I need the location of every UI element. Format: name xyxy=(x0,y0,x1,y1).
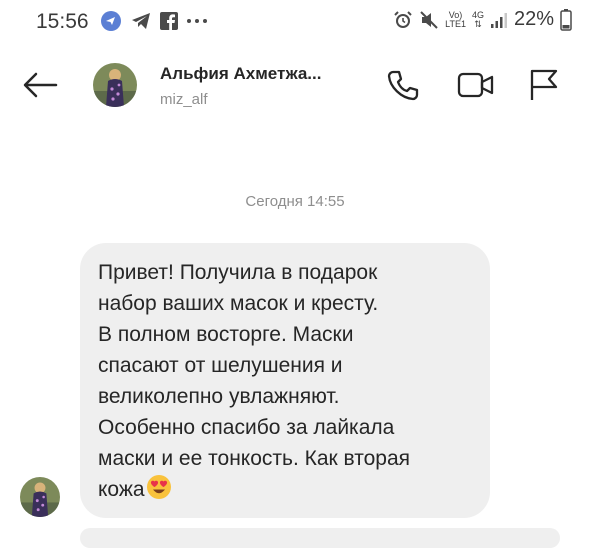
date-separator: Сегодня 14:55 xyxy=(245,193,345,210)
message-line: маски и ее тонкость. Как вторая xyxy=(98,447,411,470)
battery-percent: 22% xyxy=(513,8,554,30)
app-notification-icon xyxy=(101,11,121,31)
message-line: великолепно увлажняют. xyxy=(98,385,340,408)
contact-username[interactable]: miz_alf xyxy=(160,91,208,108)
contact-avatar[interactable] xyxy=(93,63,137,107)
message-line: Особенно спасибо за лайкала xyxy=(98,416,395,439)
flag-icon xyxy=(530,69,558,100)
contact-name[interactable]: Альфия Ахметжа... xyxy=(160,64,321,84)
message-line: В полном восторге. Маски xyxy=(98,323,354,346)
data-arrows-icon: ⇅ xyxy=(474,18,482,29)
sender-avatar-image xyxy=(20,477,60,517)
telegram-icon xyxy=(132,13,150,29)
alarm-icon xyxy=(394,10,412,28)
facebook-icon xyxy=(160,12,178,30)
call-button[interactable] xyxy=(386,68,420,102)
message-line: набор ваших масок и кресту. xyxy=(98,292,379,315)
more-notifications-icon xyxy=(187,19,207,23)
status-right-icons: Vo) LTE1 4G ⇅ 22% xyxy=(393,8,572,31)
phone-icon xyxy=(387,70,419,101)
message-line: Привет! Получила в подарок xyxy=(98,261,378,284)
arrow-left-icon xyxy=(23,72,58,98)
battery-icon xyxy=(560,8,572,31)
heart-eyes-emoji-icon xyxy=(146,475,171,499)
status-bar: 15:56 Vo) LTE1 4G ⇅ 22% xyxy=(0,0,590,44)
message-last-line: кожа xyxy=(98,474,472,505)
message-line: кожа xyxy=(98,478,145,501)
video-camera-icon xyxy=(457,72,494,98)
status-left-icons xyxy=(100,10,208,32)
report-button[interactable] xyxy=(527,68,561,102)
message-bubble[interactable]: Привет! Получила в подарок набор ваших м… xyxy=(80,243,490,518)
sender-avatar[interactable] xyxy=(20,477,60,517)
volte-indicator: Vo) LTE1 xyxy=(445,10,466,29)
back-button[interactable] xyxy=(20,68,60,102)
status-time: 15:56 xyxy=(36,10,89,33)
signal-icon xyxy=(490,12,507,28)
message-line: спасают от шелушения и xyxy=(98,354,343,377)
data-indicator: 4G ⇅ xyxy=(472,10,484,29)
volte-bottom: LTE1 xyxy=(445,18,466,29)
video-call-button[interactable] xyxy=(457,68,494,102)
chat-header: Альфия Ахметжа... miz_alf xyxy=(0,50,590,120)
mute-icon xyxy=(420,10,438,29)
next-message-bubble[interactable] xyxy=(80,528,560,548)
avatar-image xyxy=(93,63,137,107)
